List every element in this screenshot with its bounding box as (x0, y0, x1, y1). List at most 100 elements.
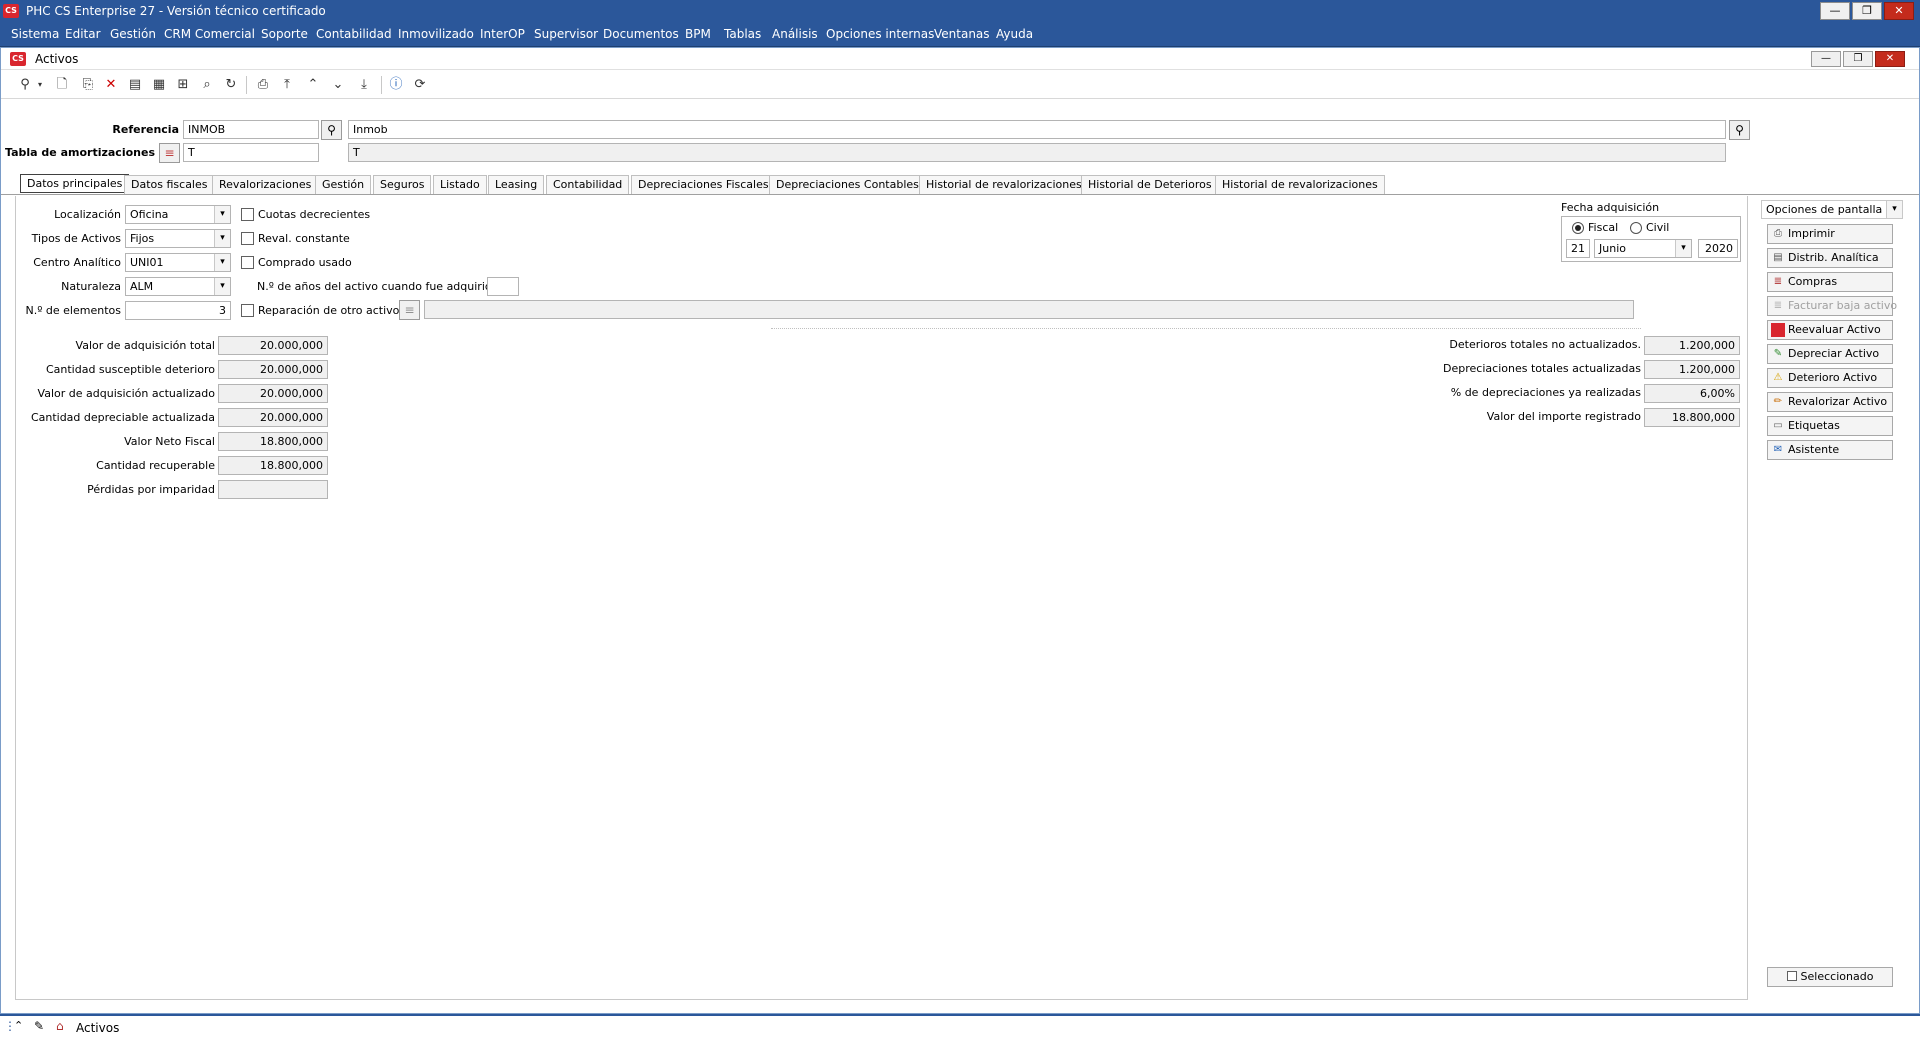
chevron-down-icon: ▾ (214, 254, 230, 271)
menu-ayuda[interactable]: Ayuda (996, 27, 1033, 41)
window-close-button[interactable]: ✕ (1875, 51, 1905, 67)
seleccionado-checkbox[interactable] (1786, 971, 1797, 981)
tab-seguros[interactable]: Seguros (373, 175, 432, 194)
fecha-adquisicion-group: Fiscal Civil 21 Junio ▾ 2020 (1561, 216, 1741, 262)
tab-contabilidad[interactable]: Contabilidad (546, 175, 630, 194)
previous-record-icon[interactable]: ⌃ (304, 76, 322, 94)
tree-icon[interactable]: ⊞ (174, 76, 192, 94)
tab-datos-fiscales[interactable]: Datos fiscales (124, 175, 215, 194)
referencia-input[interactable]: INMOB (183, 120, 319, 139)
search-icon[interactable]: ⚲ (16, 76, 34, 94)
valor-neto-fiscal-value: 18.800,000 (218, 432, 328, 451)
anos-activo-input[interactable] (487, 277, 519, 296)
reevaluar-activo-button[interactable]: Reevaluar Activo (1767, 320, 1893, 340)
sync-icon[interactable]: ⟳ (411, 76, 429, 94)
comprado-usado-checkbox[interactable] (241, 256, 254, 269)
menu-soporte[interactable]: Soporte (261, 27, 308, 41)
imprimir-button[interactable]: ⎙ Imprimir (1767, 224, 1893, 244)
facturar-baja-button[interactable]: ≣ Facturar baja activo (1767, 296, 1897, 316)
tab-depreciaciones-contables[interactable]: Depreciaciones Contables (769, 175, 926, 194)
menu-inmovilizado[interactable]: Inmovilizado (398, 27, 474, 41)
perdidas-imparidad-label: Pérdidas por imparidad (87, 483, 215, 496)
menu-ventanas[interactable]: Ventanas (934, 27, 990, 41)
menu-bpm[interactable]: BPM (685, 27, 711, 41)
first-record-icon[interactable]: ⤒ (278, 76, 296, 94)
last-record-icon[interactable]: ⤓ (355, 76, 373, 94)
deterioro-activo-button[interactable]: ⚠ Deterioro Activo (1767, 368, 1893, 388)
menu-opciones-internas[interactable]: Opciones internas (826, 27, 934, 41)
menu-tablas[interactable]: Tablas (724, 27, 761, 41)
tab-gestion[interactable]: Gestión (315, 175, 372, 194)
printer-icon: ⎙ (1774, 228, 1782, 239)
tabla-amortizaciones-input[interactable]: T (183, 143, 319, 162)
tab-listado[interactable]: Listado (433, 175, 487, 194)
menu-supervisor[interactable]: Supervisor (534, 27, 598, 41)
tab-depreciaciones-fiscales[interactable]: Depreciaciones Fiscales (631, 175, 776, 194)
refresh-icon[interactable]: ↻ (222, 76, 240, 94)
edit-icon[interactable]: ✎ (34, 1019, 44, 1033)
depreciar-activo-button[interactable]: ✎ Depreciar Activo (1767, 344, 1893, 364)
menu-gestion[interactable]: Gestión (110, 27, 156, 41)
etiquetas-button[interactable]: ▭ Etiquetas (1767, 416, 1893, 436)
close-button[interactable]: ✕ (1884, 2, 1914, 20)
tab-revalorizaciones[interactable]: Revalorizaciones (212, 175, 319, 194)
help-icon[interactable]: ⓘ (387, 76, 405, 94)
seleccionado-button[interactable]: Seleccionado (1767, 967, 1893, 987)
tab-historial-deterioros[interactable]: Historial de Deterioros (1081, 175, 1219, 194)
fecha-year-input[interactable]: 2020 (1698, 239, 1738, 258)
centro-analitico-select[interactable]: UNI01 ▾ (125, 253, 231, 272)
restore-button[interactable]: ❐ (1852, 2, 1882, 20)
tab-leasing[interactable]: Leasing (488, 175, 545, 194)
grid-view-icon[interactable]: ▦ (150, 76, 168, 94)
copy-icon[interactable]: ⎘ (79, 76, 97, 94)
fiscal-radio[interactable] (1572, 222, 1584, 234)
naturaleza-select[interactable]: ALM ▾ (125, 277, 231, 296)
tab-historial-revalorizaciones[interactable]: Historial de revalorizaciones (919, 175, 1089, 194)
window-restore-button[interactable]: ❐ (1843, 51, 1873, 67)
cantidad-susceptible-label: Cantidad susceptible deterioro (45, 363, 215, 376)
tab-datos-principales[interactable]: Datos principales (20, 174, 130, 193)
referencia-description[interactable]: Inmob (348, 120, 1726, 139)
revalorizar-activo-button[interactable]: ✏ Revalorizar Activo (1767, 392, 1893, 412)
referencia-search-icon[interactable]: ⚲ (321, 120, 342, 140)
tipos-activos-select[interactable]: Fijos ▾ (125, 229, 231, 248)
description-search-icon[interactable]: ⚲ (1729, 120, 1750, 140)
fecha-month-select[interactable]: Junio ▾ (1594, 239, 1692, 258)
cuotas-decrecientes-checkbox[interactable] (241, 208, 254, 221)
tab-historial-revalorizaciones-2[interactable]: Historial de revalorizaciones (1215, 175, 1385, 194)
reval-constante-checkbox[interactable] (241, 232, 254, 245)
menu-analisis[interactable]: Análisis (772, 27, 818, 41)
tabla-list-icon[interactable]: ≡ (159, 143, 180, 163)
cuotas-decrecientes-label: Cuotas decrecientes (258, 208, 371, 221)
elementos-label: N.º de elementos (25, 304, 121, 317)
opciones-pantalla-select[interactable]: Opciones de pantalla ▾ (1761, 200, 1903, 219)
status-tab-activos[interactable]: Activos (76, 1021, 119, 1035)
menu-crm-comercial[interactable]: CRM Comercial (164, 27, 255, 41)
localizacion-select[interactable]: Oficina ▾ (125, 205, 231, 224)
menu-sistema[interactable]: Sistema (11, 27, 59, 41)
home-icon[interactable]: ⌂ (56, 1019, 64, 1033)
preview-icon[interactable]: ⎙ (254, 76, 272, 94)
delete-icon[interactable]: ✕ (102, 76, 120, 94)
elementos-input[interactable]: 3 (125, 301, 231, 320)
menu-documentos[interactable]: Documentos (603, 27, 679, 41)
civil-radio[interactable] (1630, 222, 1642, 234)
next-record-icon[interactable]: ⌄ (329, 76, 347, 94)
search-dropdown-icon[interactable]: ▾ (35, 76, 45, 94)
menu-contabilidad[interactable]: Contabilidad (316, 27, 392, 41)
porcentaje-depreciaciones-value: 6,00% (1644, 384, 1740, 403)
find-icon[interactable]: ⌕ (198, 76, 216, 94)
reparacion-checkbox[interactable] (241, 304, 254, 317)
menu-editar[interactable]: Editar (65, 27, 101, 41)
compras-button[interactable]: ≣ Compras (1767, 272, 1893, 292)
window-minimize-button[interactable]: — (1811, 51, 1841, 67)
menu-interop[interactable]: InterOP (480, 27, 525, 41)
reparacion-list-icon[interactable]: ≡ (399, 300, 420, 320)
form-view-icon[interactable]: ▤ (126, 76, 144, 94)
new-document-icon[interactable]: 🗋 (53, 76, 71, 94)
asistente-button[interactable]: ✉ Asistente (1767, 440, 1893, 460)
fecha-day-input[interactable]: 21 (1566, 239, 1590, 258)
minimize-button[interactable]: — (1820, 2, 1850, 20)
distrib-analitica-button[interactable]: ▤ Distrib. Analítica (1767, 248, 1893, 268)
chevron-up-icon[interactable]: ⌃ (14, 1019, 23, 1032)
